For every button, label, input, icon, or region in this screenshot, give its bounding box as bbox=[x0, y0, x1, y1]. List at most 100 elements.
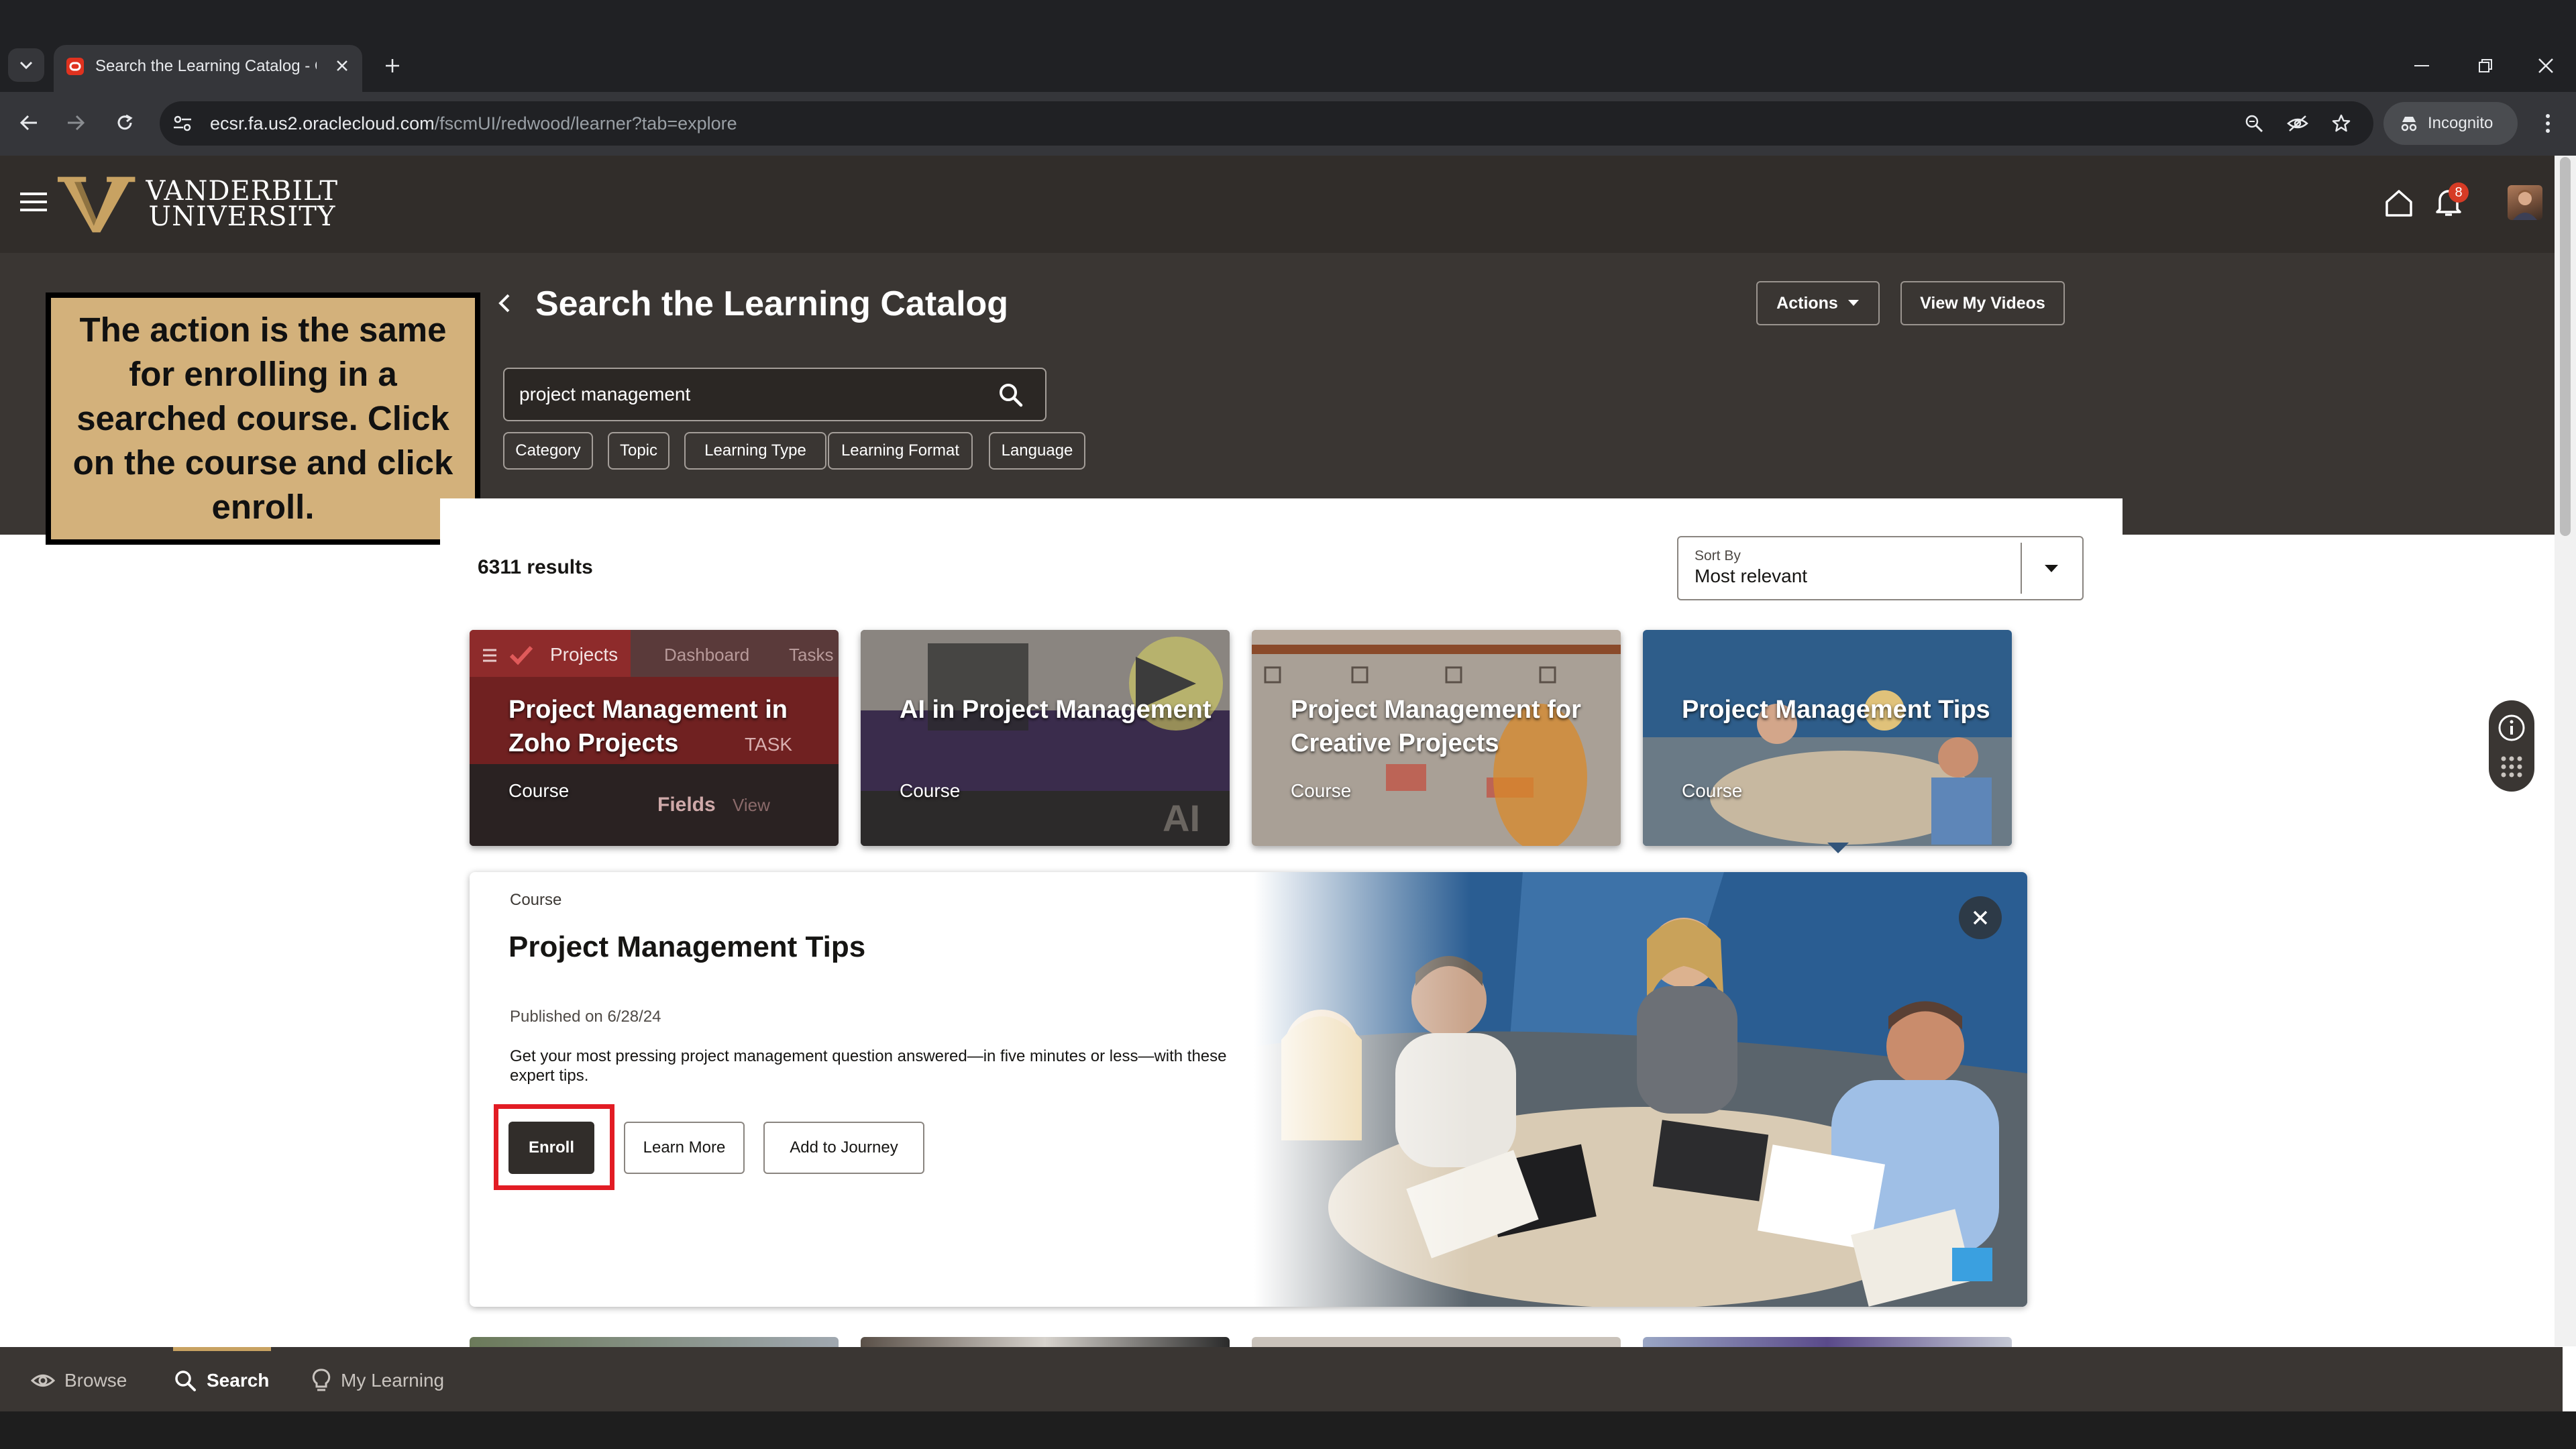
svg-text:Dashboard: Dashboard bbox=[664, 645, 749, 665]
logo-line-2: UNIVERSITY bbox=[148, 201, 336, 232]
next-row-card-peek bbox=[1643, 1337, 2012, 1348]
reload-icon[interactable] bbox=[109, 107, 140, 138]
lightbulb-icon bbox=[311, 1368, 331, 1393]
view-my-videos-button[interactable]: View My Videos bbox=[1900, 281, 2065, 325]
eye-icon bbox=[31, 1372, 55, 1389]
course-detail-image bbox=[1254, 872, 2027, 1307]
site-info-tune-icon[interactable] bbox=[169, 110, 196, 137]
user-avatar[interactable] bbox=[2508, 185, 2542, 220]
nav-search-label: Search bbox=[207, 1370, 270, 1391]
svg-text:Projects: Projects bbox=[550, 644, 618, 665]
learn-more-button[interactable]: Learn More bbox=[624, 1122, 745, 1174]
forward-arrow-icon[interactable] bbox=[60, 107, 91, 138]
info-icon[interactable] bbox=[2497, 713, 2526, 743]
incognito-label: Incognito bbox=[2428, 114, 2493, 132]
svg-text:View: View bbox=[733, 795, 770, 815]
page-title: Search the Learning Catalog bbox=[535, 284, 1009, 323]
tab-search-chevron-icon[interactable] bbox=[8, 48, 44, 82]
logo-line-1: VANDERBILT bbox=[146, 176, 338, 207]
course-card-title: AI in Project Management bbox=[900, 696, 1212, 724]
nav-browse-label: Browse bbox=[64, 1370, 127, 1391]
course-card-title: Project Management Tips bbox=[1682, 696, 1990, 724]
course-card-zoho[interactable]: Projects Dashboard Tasks Fields View TAS… bbox=[470, 630, 839, 846]
next-row-card-peek bbox=[1252, 1337, 1621, 1348]
course-card-creative[interactable]: Project Management for Creative Projects… bbox=[1252, 630, 1621, 846]
course-card-tips[interactable]: Project Management Tips Course bbox=[1643, 630, 2012, 846]
url-path: /fscmUI/redwood/learner?tab=explore bbox=[434, 113, 737, 133]
oracle-favicon-icon bbox=[66, 57, 85, 76]
add-to-journey-button[interactable]: Add to Journey bbox=[763, 1122, 924, 1174]
screen-bottom-strip bbox=[0, 1411, 2576, 1449]
course-card-title: Project Management in Zoho Projects bbox=[508, 696, 788, 757]
sort-by-label: Sort By bbox=[1695, 548, 1741, 564]
notification-count-badge: 8 bbox=[2449, 182, 2469, 203]
vanderbilt-logo[interactable]: VANDERBILT UNIVERSITY bbox=[56, 172, 338, 236]
search-magnifier-icon[interactable] bbox=[991, 376, 1029, 413]
filter-chip-category[interactable]: Category bbox=[503, 432, 593, 470]
zoom-magnifier-icon[interactable] bbox=[2239, 109, 2269, 138]
next-row-card-peek bbox=[470, 1337, 839, 1348]
course-card-title: Project Management for Creative Projects bbox=[1291, 696, 1581, 757]
filter-chip-learning-type[interactable]: Learning Type bbox=[684, 432, 826, 470]
keypad-grid-icon[interactable] bbox=[2500, 755, 2524, 779]
vanderbilt-wordmark: VANDERBILT UNIVERSITY bbox=[146, 176, 338, 232]
page-scrollbar-thumb[interactable] bbox=[2560, 157, 2571, 536]
detail-published-date: Published on 6/28/24 bbox=[510, 1008, 661, 1026]
new-tab-plus-icon[interactable] bbox=[379, 52, 406, 79]
eye-slash-icon[interactable] bbox=[2283, 109, 2312, 138]
svg-text:AI: AI bbox=[1163, 797, 1200, 839]
caret-down-icon bbox=[1847, 299, 1860, 307]
nav-my-learning-label: My Learning bbox=[341, 1370, 445, 1391]
catalog-search-field[interactable] bbox=[503, 368, 1046, 421]
svg-text:Fields: Fields bbox=[657, 794, 716, 816]
detail-course-title: Project Management Tips bbox=[508, 930, 866, 963]
incognito-icon bbox=[2400, 115, 2418, 131]
selected-card-pointer bbox=[1827, 843, 1849, 853]
catalog-search-input[interactable] bbox=[519, 369, 989, 420]
filter-chip-learning-format[interactable]: Learning Format bbox=[828, 432, 973, 470]
sort-divider bbox=[2021, 543, 2022, 594]
filter-chip-topic[interactable]: Topic bbox=[608, 432, 669, 470]
browser-menu-kebab-icon[interactable] bbox=[2533, 109, 2563, 138]
app-header bbox=[0, 156, 2555, 253]
home-icon[interactable] bbox=[2383, 188, 2414, 219]
filter-chip-language[interactable]: Language bbox=[989, 432, 1085, 470]
back-arrow-icon[interactable] bbox=[13, 107, 44, 138]
window-restore-icon[interactable] bbox=[2469, 50, 2502, 81]
enroll-button[interactable]: Enroll bbox=[508, 1122, 594, 1174]
detail-course-type: Course bbox=[510, 891, 562, 909]
detail-description: Get your most pressing project managemen… bbox=[510, 1047, 1227, 1085]
caret-down-icon bbox=[2038, 557, 2065, 580]
pm-tips-thumbnail bbox=[1643, 630, 2012, 846]
sort-by-select[interactable]: Sort By Most relevant bbox=[1677, 536, 2084, 600]
assistant-widget[interactable] bbox=[2489, 700, 2534, 792]
nav-browse[interactable]: Browse bbox=[31, 1362, 127, 1399]
window-close-icon[interactable] bbox=[2529, 50, 2563, 81]
url-host: ecsr.fa.us2.oraclecloud.com bbox=[210, 113, 435, 133]
back-chevron-icon[interactable] bbox=[494, 290, 517, 317]
course-card-ai[interactable]: AI AI in Project Management Course bbox=[861, 630, 1230, 846]
course-card-type: Course bbox=[508, 780, 570, 801]
tutorial-callout: The action is the same for enrolling in … bbox=[46, 292, 480, 545]
svg-text:Tasks: Tasks bbox=[789, 645, 833, 665]
tab-title: Search the Learning Catalog - C bbox=[95, 57, 317, 75]
hamburger-menu-icon[interactable] bbox=[19, 190, 51, 217]
next-row-card-peek bbox=[861, 1337, 1230, 1348]
incognito-indicator[interactable]: Incognito bbox=[2383, 102, 2518, 145]
course-card-type: Course bbox=[900, 780, 961, 801]
course-card-type: Course bbox=[1291, 780, 1352, 801]
active-tab-indicator bbox=[173, 1347, 271, 1351]
url-text[interactable]: ecsr.fa.us2.oraclecloud.com/fscmUI/redwo… bbox=[210, 110, 737, 137]
nav-my-learning[interactable]: My Learning bbox=[311, 1362, 444, 1399]
close-icon[interactable] bbox=[1959, 896, 2002, 939]
actions-menu-button[interactable]: Actions bbox=[1756, 281, 1880, 325]
ai-project-management-thumbnail: AI bbox=[861, 630, 1230, 846]
sort-by-value: Most relevant bbox=[1695, 566, 1808, 586]
tab-close-icon[interactable] bbox=[330, 54, 354, 78]
search-icon bbox=[173, 1368, 197, 1393]
window-minimize-icon[interactable] bbox=[2406, 50, 2439, 81]
vanderbilt-v-mark-icon bbox=[57, 176, 136, 233]
bookmark-star-icon[interactable] bbox=[2326, 109, 2356, 138]
results-count: 6311 results bbox=[478, 556, 593, 578]
nav-search[interactable]: Search bbox=[173, 1362, 269, 1399]
